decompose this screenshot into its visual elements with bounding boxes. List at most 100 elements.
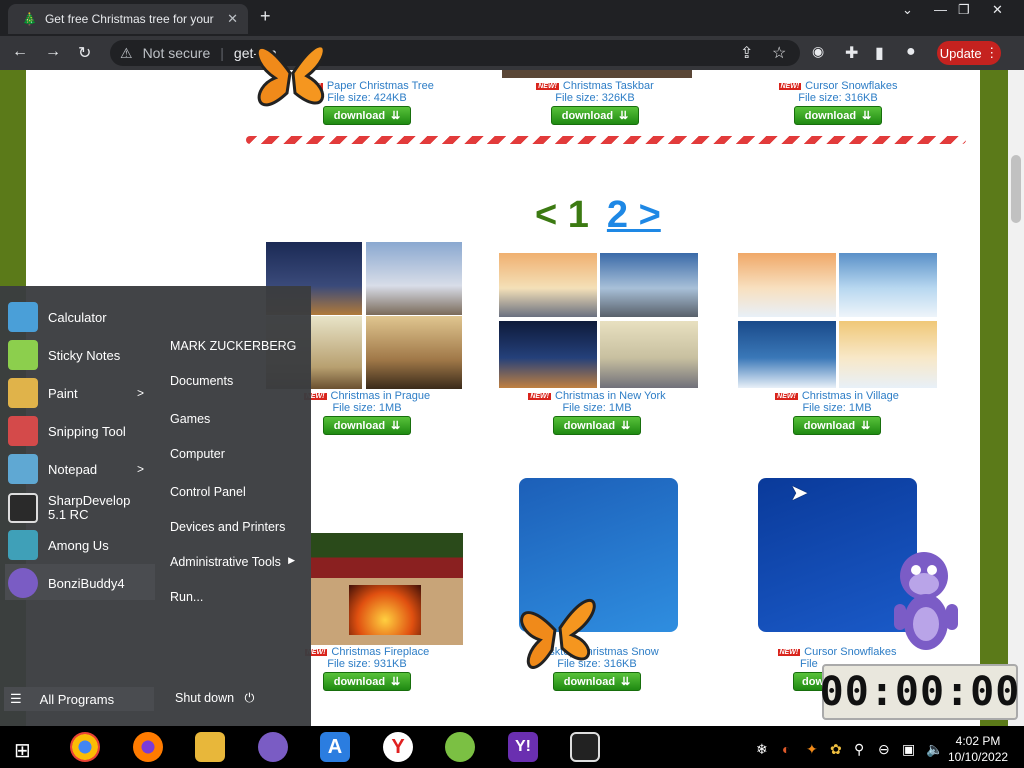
- start-place-games[interactable]: Games: [170, 412, 305, 426]
- chevron-down-icon[interactable]: ⌄: [902, 2, 913, 18]
- item-title[interactable]: Christmas Taskbar: [563, 80, 654, 92]
- start-place-control-panel[interactable]: Control Panel: [170, 485, 305, 499]
- stopwatch-widget[interactable]: 00:00:00: [820, 664, 1019, 720]
- start-item-sticky-notes[interactable]: Sticky Notes: [0, 337, 154, 373]
- start-item-calculator[interactable]: Calculator: [0, 299, 154, 335]
- item-title[interactable]: Cursor Snowflakes: [804, 646, 896, 658]
- update-button[interactable]: Update ⋮: [937, 41, 1001, 65]
- download-button[interactable]: download ⇊: [323, 416, 411, 435]
- back-icon[interactable]: ←: [12, 43, 28, 61]
- taskbar-preview-image[interactable]: [502, 70, 692, 78]
- start-item-snipping-tool[interactable]: Snipping Tool: [0, 413, 154, 449]
- profile-avatar-icon[interactable]: ●: [906, 43, 916, 61]
- chevron-right-icon: >: [136, 462, 144, 476]
- new-badge: NEW!: [528, 392, 551, 400]
- village-image[interactable]: [839, 253, 937, 317]
- volume-icon[interactable]: 🔈: [926, 741, 943, 758]
- window-icon[interactable]: [570, 732, 600, 762]
- app-icon[interactable]: [445, 732, 475, 762]
- taskbar-clock[interactable]: 4:02 PM 10/10/2022: [948, 733, 1008, 765]
- side-panel-icon[interactable]: ▮: [875, 43, 884, 63]
- download-button[interactable]: download ⇊: [323, 106, 411, 125]
- new-york-image[interactable]: [600, 321, 698, 388]
- page-next-link[interactable]: 2 >: [607, 194, 661, 236]
- item-title[interactable]: Christmas in Village: [802, 390, 899, 402]
- firefox-icon[interactable]: [133, 732, 163, 762]
- minimize-icon[interactable]: —: [934, 2, 947, 17]
- item-new-york: NEW! Christmas in New York File size: 1MB…: [522, 390, 672, 435]
- start-place-admin-tools[interactable]: Administrative Tools ▶: [170, 555, 305, 569]
- file-size: File size: 326KB: [555, 92, 635, 104]
- start-place-devices-printers[interactable]: Devices and Printers: [170, 520, 305, 534]
- extensions-puzzle-icon[interactable]: ✚: [845, 43, 858, 63]
- fireplace-image[interactable]: [311, 533, 463, 645]
- village-image[interactable]: [738, 253, 836, 317]
- download-button[interactable]: download ⇊: [323, 672, 411, 691]
- start-place-computer[interactable]: Computer: [170, 447, 305, 461]
- item-title[interactable]: Paper Christmas Tree: [327, 80, 434, 92]
- close-window-icon[interactable]: ✕: [992, 2, 1003, 18]
- share-icon[interactable]: ⇪: [740, 43, 753, 63]
- tray-app-icon[interactable]: ◐: [782, 741, 790, 757]
- browser-tab[interactable]: 🎄 Get free Christmas tree for your d ✕: [8, 4, 248, 34]
- chrome-icon[interactable]: [70, 732, 100, 762]
- snowflake-tray-icon[interactable]: ❄: [756, 741, 768, 758]
- yandex-icon[interactable]: Y: [383, 732, 413, 762]
- prague-image[interactable]: [366, 242, 462, 315]
- forward-icon[interactable]: →: [45, 43, 61, 61]
- address-separator: |: [220, 45, 224, 61]
- clock-date: 10/10/2022: [948, 750, 1009, 764]
- scrollbar-thumb[interactable]: [1011, 155, 1021, 223]
- new-york-image[interactable]: [600, 253, 698, 317]
- new-york-image[interactable]: [499, 253, 597, 317]
- download-button[interactable]: download ⇊: [793, 416, 881, 435]
- new-york-image[interactable]: [499, 321, 597, 388]
- page-right-border: [980, 70, 1008, 726]
- village-image[interactable]: [738, 321, 836, 388]
- bonzibuddy-taskbar-icon[interactable]: [258, 732, 288, 762]
- village-image[interactable]: [839, 321, 937, 388]
- mouse-cursor-icon: ➤: [790, 480, 809, 505]
- item-title[interactable]: Cursor Snowflakes: [805, 80, 897, 92]
- start-place-user[interactable]: MARK ZUCKERBERG: [170, 339, 305, 353]
- chevron-right-icon: ▶: [288, 555, 295, 565]
- start-place-run[interactable]: Run...: [170, 590, 305, 604]
- bonzibuddy-character-icon[interactable]: [886, 542, 966, 654]
- tray-app-icon[interactable]: ✿: [830, 741, 842, 758]
- download-button[interactable]: download ⇊: [553, 416, 641, 435]
- extension-flag-icon[interactable]: ◉: [812, 43, 824, 60]
- start-item-bonzibuddy[interactable]: BonziBuddy4: [0, 565, 154, 601]
- app-store-icon[interactable]: A: [320, 732, 350, 762]
- network-icon[interactable]: ▣: [902, 741, 915, 758]
- yahoo-messenger-icon[interactable]: Y!: [508, 732, 538, 762]
- butterfly-tray-icon[interactable]: ✦: [806, 741, 818, 758]
- start-item-among-us[interactable]: Among Us: [0, 527, 154, 563]
- start-item-sharpdevelop[interactable]: SharpDevelop 5.1 RC: [0, 490, 154, 526]
- update-label: Update: [939, 45, 982, 61]
- item-village: NEW! Christmas in Village File size: 1MB …: [762, 390, 912, 435]
- search-tray-icon[interactable]: ⚲: [854, 741, 864, 758]
- prague-image[interactable]: [366, 316, 462, 389]
- reload-icon[interactable]: ↻: [78, 43, 91, 63]
- item-title[interactable]: Christmas in New York: [555, 390, 666, 402]
- item-title[interactable]: Christmas in Prague: [331, 390, 431, 402]
- address-bar[interactable]: ⚠ Not secure | get-xm: [110, 40, 800, 66]
- item-title[interactable]: Christmas Fireplace: [331, 646, 429, 658]
- download-button[interactable]: download ⇊: [551, 106, 639, 125]
- shut-down-button[interactable]: Shut down ⏻: [175, 691, 254, 706]
- all-programs-button[interactable]: ☰ All Programs: [4, 687, 154, 711]
- start-place-documents[interactable]: Documents: [170, 374, 305, 388]
- download-button[interactable]: download ⇊: [794, 106, 882, 125]
- file-explorer-icon[interactable]: [195, 732, 225, 762]
- download-arrow-icon: ⇊: [862, 110, 872, 122]
- tray-app-icon[interactable]: ⊖: [878, 741, 890, 758]
- start-item-notepad[interactable]: Notepad >: [0, 451, 154, 487]
- bookmark-star-icon[interactable]: ☆: [772, 43, 786, 63]
- download-arrow-icon: ⇊: [621, 676, 631, 688]
- restore-icon[interactable]: ❐: [958, 2, 970, 18]
- windows-start-icon[interactable]: ⊞: [14, 738, 31, 763]
- start-item-paint[interactable]: Paint >: [0, 375, 154, 411]
- file-size: File size: 316KB: [798, 92, 878, 104]
- paint-icon: [8, 378, 38, 408]
- close-tab-icon[interactable]: ✕: [227, 11, 238, 27]
